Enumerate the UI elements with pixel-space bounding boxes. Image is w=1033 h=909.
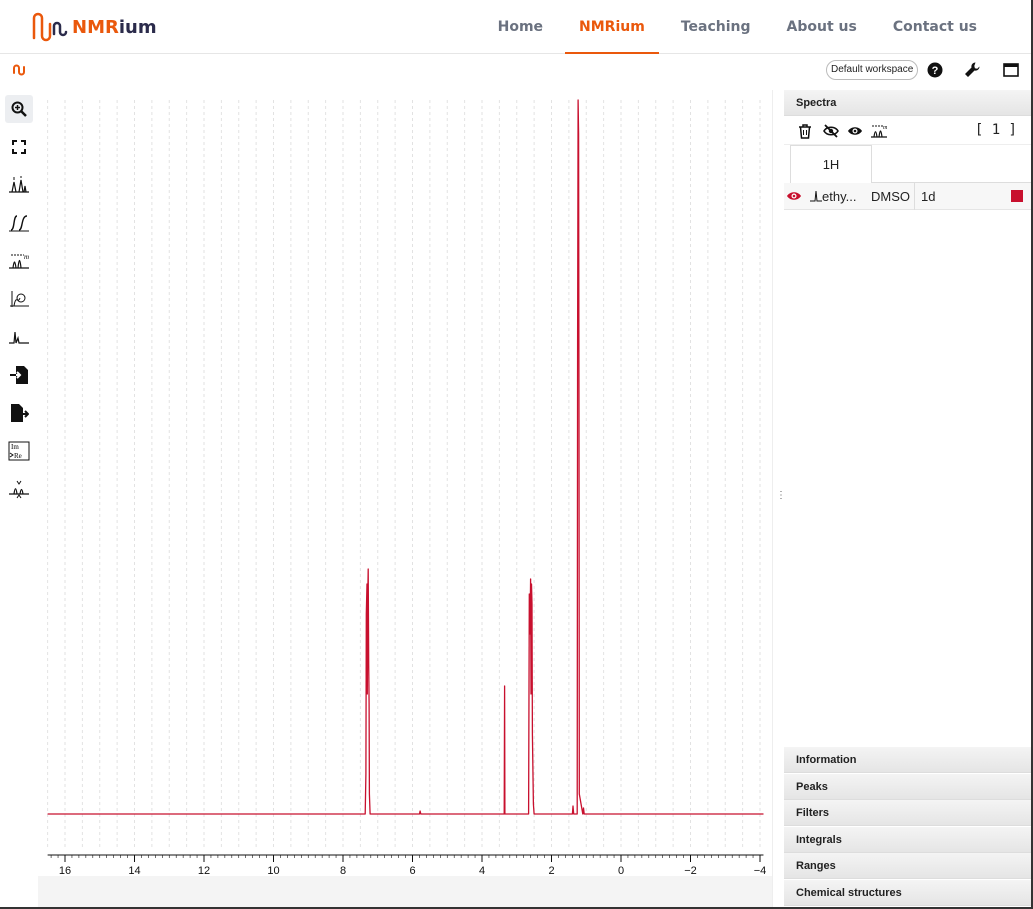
spectra-toolbar: m [ 1 ] bbox=[784, 117, 1031, 145]
svg-text:Re: Re bbox=[14, 452, 22, 460]
left-toolbar: m Im Re bbox=[0, 90, 38, 907]
app-toolbar: Default workspace ? bbox=[0, 55, 1031, 89]
x-axis-tick-label: 6 bbox=[409, 865, 415, 876]
workspace-button[interactable]: Default workspace bbox=[826, 60, 919, 80]
x-axis-tick-label: 8 bbox=[340, 865, 346, 876]
svg-text:m: m bbox=[24, 253, 29, 261]
svg-text:m: m bbox=[883, 125, 888, 131]
spectrum-viewer[interactable]: 16 14 12 10 8 6 4 2 0 −2 −4 bbox=[38, 90, 772, 907]
accordion-information[interactable]: Information bbox=[784, 747, 1031, 773]
x-axis-tick-label: 16 bbox=[59, 865, 71, 876]
spectrum-list-item[interactable]: ethy... DMSO 1d bbox=[784, 183, 1031, 210]
import-icon[interactable] bbox=[5, 361, 33, 389]
logo-wave-icon bbox=[32, 12, 68, 42]
full-screen-icon[interactable] bbox=[5, 133, 33, 161]
x-axis-tick-label: 14 bbox=[128, 865, 140, 876]
plot-footer bbox=[38, 876, 772, 907]
alignment-icon[interactable] bbox=[5, 475, 33, 503]
svg-text:?: ? bbox=[932, 65, 939, 77]
phase-correction-icon[interactable] bbox=[5, 285, 33, 313]
x-axis-tick-label: 0 bbox=[618, 865, 624, 876]
x-axis-tick-label: −4 bbox=[754, 865, 767, 876]
show-all-icon[interactable] bbox=[846, 122, 864, 140]
nav-nmrium[interactable]: NMRium bbox=[561, 0, 663, 54]
baseline-icon[interactable] bbox=[5, 323, 33, 351]
spectrum-solvent: DMSO bbox=[871, 189, 910, 204]
multiplet-toggle-icon[interactable]: m bbox=[870, 122, 888, 140]
accordion-filters[interactable]: Filters bbox=[784, 800, 1031, 826]
help-icon[interactable]: ? bbox=[925, 60, 945, 80]
x-axis-tick-label: 10 bbox=[267, 865, 279, 876]
nav-home[interactable]: Home bbox=[480, 0, 561, 54]
exclusion-zones-icon[interactable]: Im Re bbox=[5, 437, 33, 465]
spectrum-color-swatch[interactable] bbox=[1011, 190, 1023, 202]
accordion-ranges[interactable]: Ranges bbox=[784, 853, 1031, 879]
panel-splitter[interactable]: ⋮ bbox=[772, 90, 786, 907]
x-axis-tick-label: 4 bbox=[479, 865, 485, 876]
nav-contact-us[interactable]: Contact us bbox=[875, 0, 995, 54]
small-logo-icon[interactable] bbox=[12, 63, 28, 82]
spectrum-name: ethy... bbox=[810, 189, 856, 204]
integral-icon[interactable] bbox=[5, 209, 33, 237]
hide-all-icon[interactable] bbox=[822, 122, 840, 140]
main-nav: Home NMRium Teaching About us Contact us bbox=[480, 0, 995, 54]
right-panel: Spectra m [ 1 ] 1H ethy... DMSO 1d Infor… bbox=[784, 90, 1031, 907]
accordion-integrals[interactable]: Integrals bbox=[784, 827, 1031, 853]
wrench-icon[interactable] bbox=[962, 60, 982, 80]
tab-1h[interactable]: 1H bbox=[790, 145, 872, 183]
nav-about-us[interactable]: About us bbox=[769, 0, 875, 54]
spectrum-1d-icon bbox=[810, 190, 822, 202]
trash-icon[interactable] bbox=[796, 122, 814, 140]
top-navigation: NMRium Home NMRium Teaching About us Con… bbox=[0, 0, 1031, 54]
spectra-panel-header[interactable]: Spectra bbox=[784, 90, 1031, 116]
nav-teaching[interactable]: Teaching bbox=[663, 0, 769, 54]
spectra-count: [ 1 ] bbox=[974, 122, 1017, 138]
zoom-icon[interactable] bbox=[5, 95, 33, 123]
logo-text: NMRium bbox=[72, 16, 157, 38]
peak-picking-icon[interactable] bbox=[5, 171, 33, 199]
nmrium-app: NMRium Home NMRium Teaching About us Con… bbox=[0, 0, 1033, 909]
x-axis-tick-label: 2 bbox=[548, 865, 554, 876]
window-icon[interactable] bbox=[1001, 60, 1021, 80]
export-icon[interactable] bbox=[5, 399, 33, 427]
x-axis-tick-label: 12 bbox=[198, 865, 210, 876]
accordion-peaks[interactable]: Peaks bbox=[784, 774, 1031, 800]
multiplet-icon[interactable]: m bbox=[5, 247, 33, 275]
accordion-chemical-structures[interactable]: Chemical structures bbox=[784, 880, 1031, 906]
spectrum-dimension: 1d bbox=[914, 183, 935, 210]
spectrum-canvas[interactable]: 16 14 12 10 8 6 4 2 0 −2 −4 bbox=[38, 90, 772, 876]
x-axis-tick-label: −2 bbox=[684, 865, 697, 876]
nmrium-logo[interactable]: NMRium bbox=[30, 10, 157, 44]
svg-text:Im: Im bbox=[11, 443, 19, 451]
visibility-eye-icon[interactable] bbox=[784, 187, 802, 205]
